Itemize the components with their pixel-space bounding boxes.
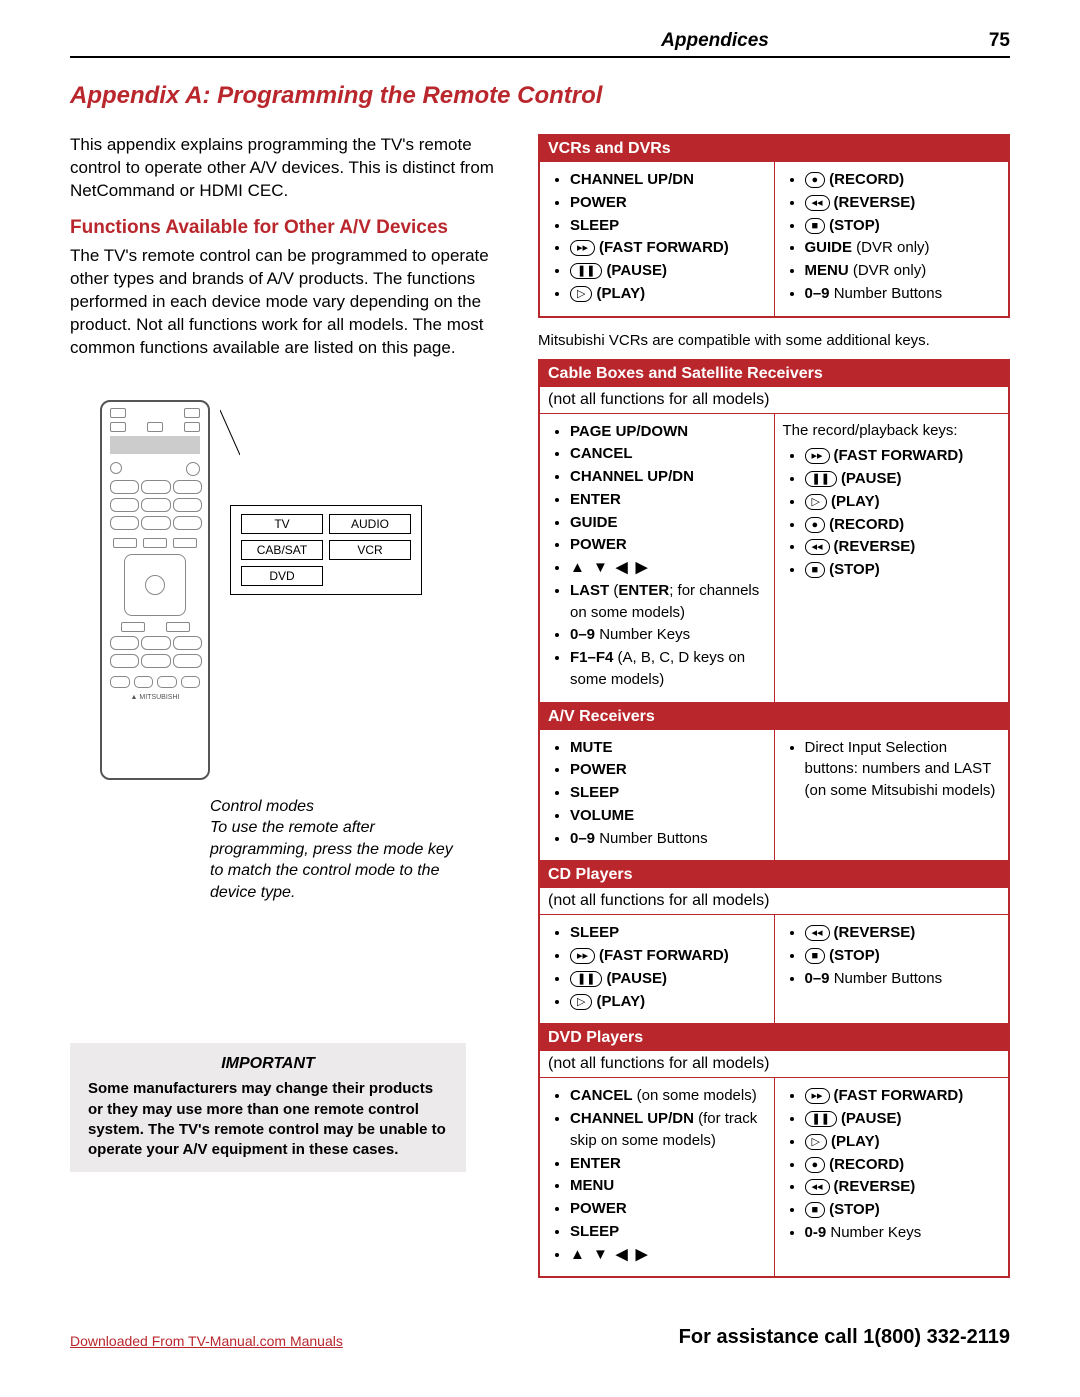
- page-footer: Downloaded From TV-Manual.com Manuals Fo…: [70, 1318, 1010, 1349]
- play-icon: ▷: [805, 494, 827, 510]
- record-icon: ●: [805, 172, 826, 188]
- fast_forward-icon: ▸▸: [805, 448, 830, 464]
- dvd-right-list: ▸▸(FAST FORWARD)❚❚(PAUSE)▷(PLAY)●(RECORD…: [783, 1085, 1001, 1243]
- table-note: (not all functions for all models): [540, 1051, 1008, 1078]
- pause-icon: ❚❚: [570, 263, 602, 279]
- table-av-receivers: A/V Receivers MUTEPOWERSLEEPVOLUME0–9 Nu…: [538, 704, 1010, 863]
- table-cable-sat: Cable Boxes and Satellite Receivers (not…: [538, 359, 1010, 704]
- table-header: VCRs and DVRs: [540, 136, 1008, 162]
- mode-buttons-callout: TV AUDIO CAB/SAT DVD VCR: [230, 505, 422, 595]
- mode-btn-dvd: DVD: [241, 566, 323, 586]
- remote-brand-label: ▲ MITSUBISHI: [110, 694, 200, 701]
- play-icon: ▷: [805, 1134, 827, 1150]
- remote-figure: ▲ MITSUBISHI TV AUDIO CAB/SAT DVD VCR: [100, 400, 510, 780]
- important-title: IMPORTANT: [88, 1055, 448, 1073]
- functions-paragraph: The TV's remote control can be programme…: [70, 245, 510, 360]
- mode-btn-tv: TV: [241, 514, 323, 534]
- stop-icon: ■: [805, 562, 826, 578]
- dvd-left-list: CANCEL (on some models)CHANNEL UP/DN (fo…: [548, 1085, 766, 1265]
- vcr-right-list: ●(RECORD)◂◂(REVERSE)■(STOP)GUIDE (DVR on…: [783, 169, 1001, 305]
- appendix-title: Appendix A: Programming the Remote Contr…: [70, 82, 1010, 110]
- cd-right-list: ◂◂(REVERSE)■(STOP)0–9 Number Buttons: [783, 922, 1001, 989]
- cable-left-list: PAGE UP/DOWNCANCELCHANNEL UP/DNENTERGUID…: [548, 421, 766, 691]
- record-icon: ●: [805, 1157, 826, 1173]
- reverse-icon: ◂◂: [805, 1179, 830, 1195]
- vcr-left-list: CHANNEL UP/DNPOWERSLEEP▸▸(FAST FORWARD)❚…: [548, 169, 766, 305]
- reverse-icon: ◂◂: [805, 195, 830, 211]
- important-note-box: IMPORTANT Some manufacturers may change …: [70, 1043, 466, 1172]
- mitsubishi-note: Mitsubishi VCRs are compatible with some…: [538, 332, 1010, 349]
- table-header: A/V Receivers: [540, 704, 1008, 730]
- table-header: CD Players: [540, 862, 1008, 888]
- table-header: DVD Players: [540, 1025, 1008, 1051]
- control-modes-caption: Control modes To use the remote after pr…: [210, 796, 470, 904]
- page-header: Appendices 75: [70, 30, 1010, 58]
- cd-left-list: SLEEP▸▸(FAST FORWARD)❚❚(PAUSE)▷(PLAY): [548, 922, 766, 1012]
- table-vcrs-dvrs: VCRs and DVRs CHANNEL UP/DNPOWERSLEEP▸▸(…: [538, 134, 1010, 318]
- callout-line-icon: [220, 400, 240, 460]
- arrow-keys-icon: ▲ ▼ ◀ ▶: [570, 1246, 649, 1263]
- caption-text: To use the remote after programming, pre…: [210, 817, 470, 903]
- pause-icon: ❚❚: [805, 471, 837, 487]
- reverse-icon: ◂◂: [805, 925, 830, 941]
- intro-paragraph: This appendix explains programming the T…: [70, 134, 510, 203]
- pause-icon: ❚❚: [570, 971, 602, 987]
- fast_forward-icon: ▸▸: [805, 1088, 830, 1104]
- stop-icon: ■: [805, 948, 826, 964]
- functions-subheading: Functions Available for Other A/V Device…: [70, 217, 510, 239]
- important-text: Some manufacturers may change their prod…: [88, 1079, 448, 1160]
- table-note: (not all functions for all models): [540, 888, 1008, 915]
- table-header: Cable Boxes and Satellite Receivers: [540, 361, 1008, 387]
- header-section-title: Appendices: [661, 30, 769, 52]
- arrow-keys-icon: ▲ ▼ ◀ ▶: [570, 559, 649, 576]
- mode-btn-vcr: VCR: [329, 540, 411, 560]
- caption-title: Control modes: [210, 796, 470, 818]
- assistance-phone: For assistance call 1(800) 332-2119: [679, 1326, 1010, 1349]
- fast_forward-icon: ▸▸: [570, 948, 595, 964]
- stop-icon: ■: [805, 218, 826, 234]
- header-page-number: 75: [989, 30, 1010, 52]
- stop-icon: ■: [805, 1202, 826, 1218]
- table-dvd-players: DVD Players (not all functions for all m…: [538, 1025, 1010, 1278]
- mode-btn-audio: AUDIO: [329, 514, 411, 534]
- download-source-link[interactable]: Downloaded From TV-Manual.com Manuals: [70, 1333, 343, 1349]
- avr-right-list: Direct Input Selection buttons: numbers …: [783, 737, 1001, 802]
- avr-left-list: MUTEPOWERSLEEPVOLUME0–9 Number Buttons: [548, 737, 766, 850]
- table-cd-players: CD Players (not all functions for all mo…: [538, 862, 1010, 1025]
- reverse-icon: ◂◂: [805, 539, 830, 555]
- fast_forward-icon: ▸▸: [570, 240, 595, 256]
- pause-icon: ❚❚: [805, 1111, 837, 1127]
- mode-btn-cabsat: CAB/SAT: [241, 540, 323, 560]
- record-icon: ●: [805, 517, 826, 533]
- remote-illustration: ▲ MITSUBISHI: [100, 400, 210, 780]
- cable-right-intro: The record/playback keys:: [783, 420, 1001, 442]
- play-icon: ▷: [570, 286, 592, 302]
- play-icon: ▷: [570, 994, 592, 1010]
- table-note: (not all functions for all models): [540, 387, 1008, 414]
- cable-right-list: ▸▸(FAST FORWARD)❚❚(PAUSE)▷(PLAY)●(RECORD…: [783, 445, 1001, 581]
